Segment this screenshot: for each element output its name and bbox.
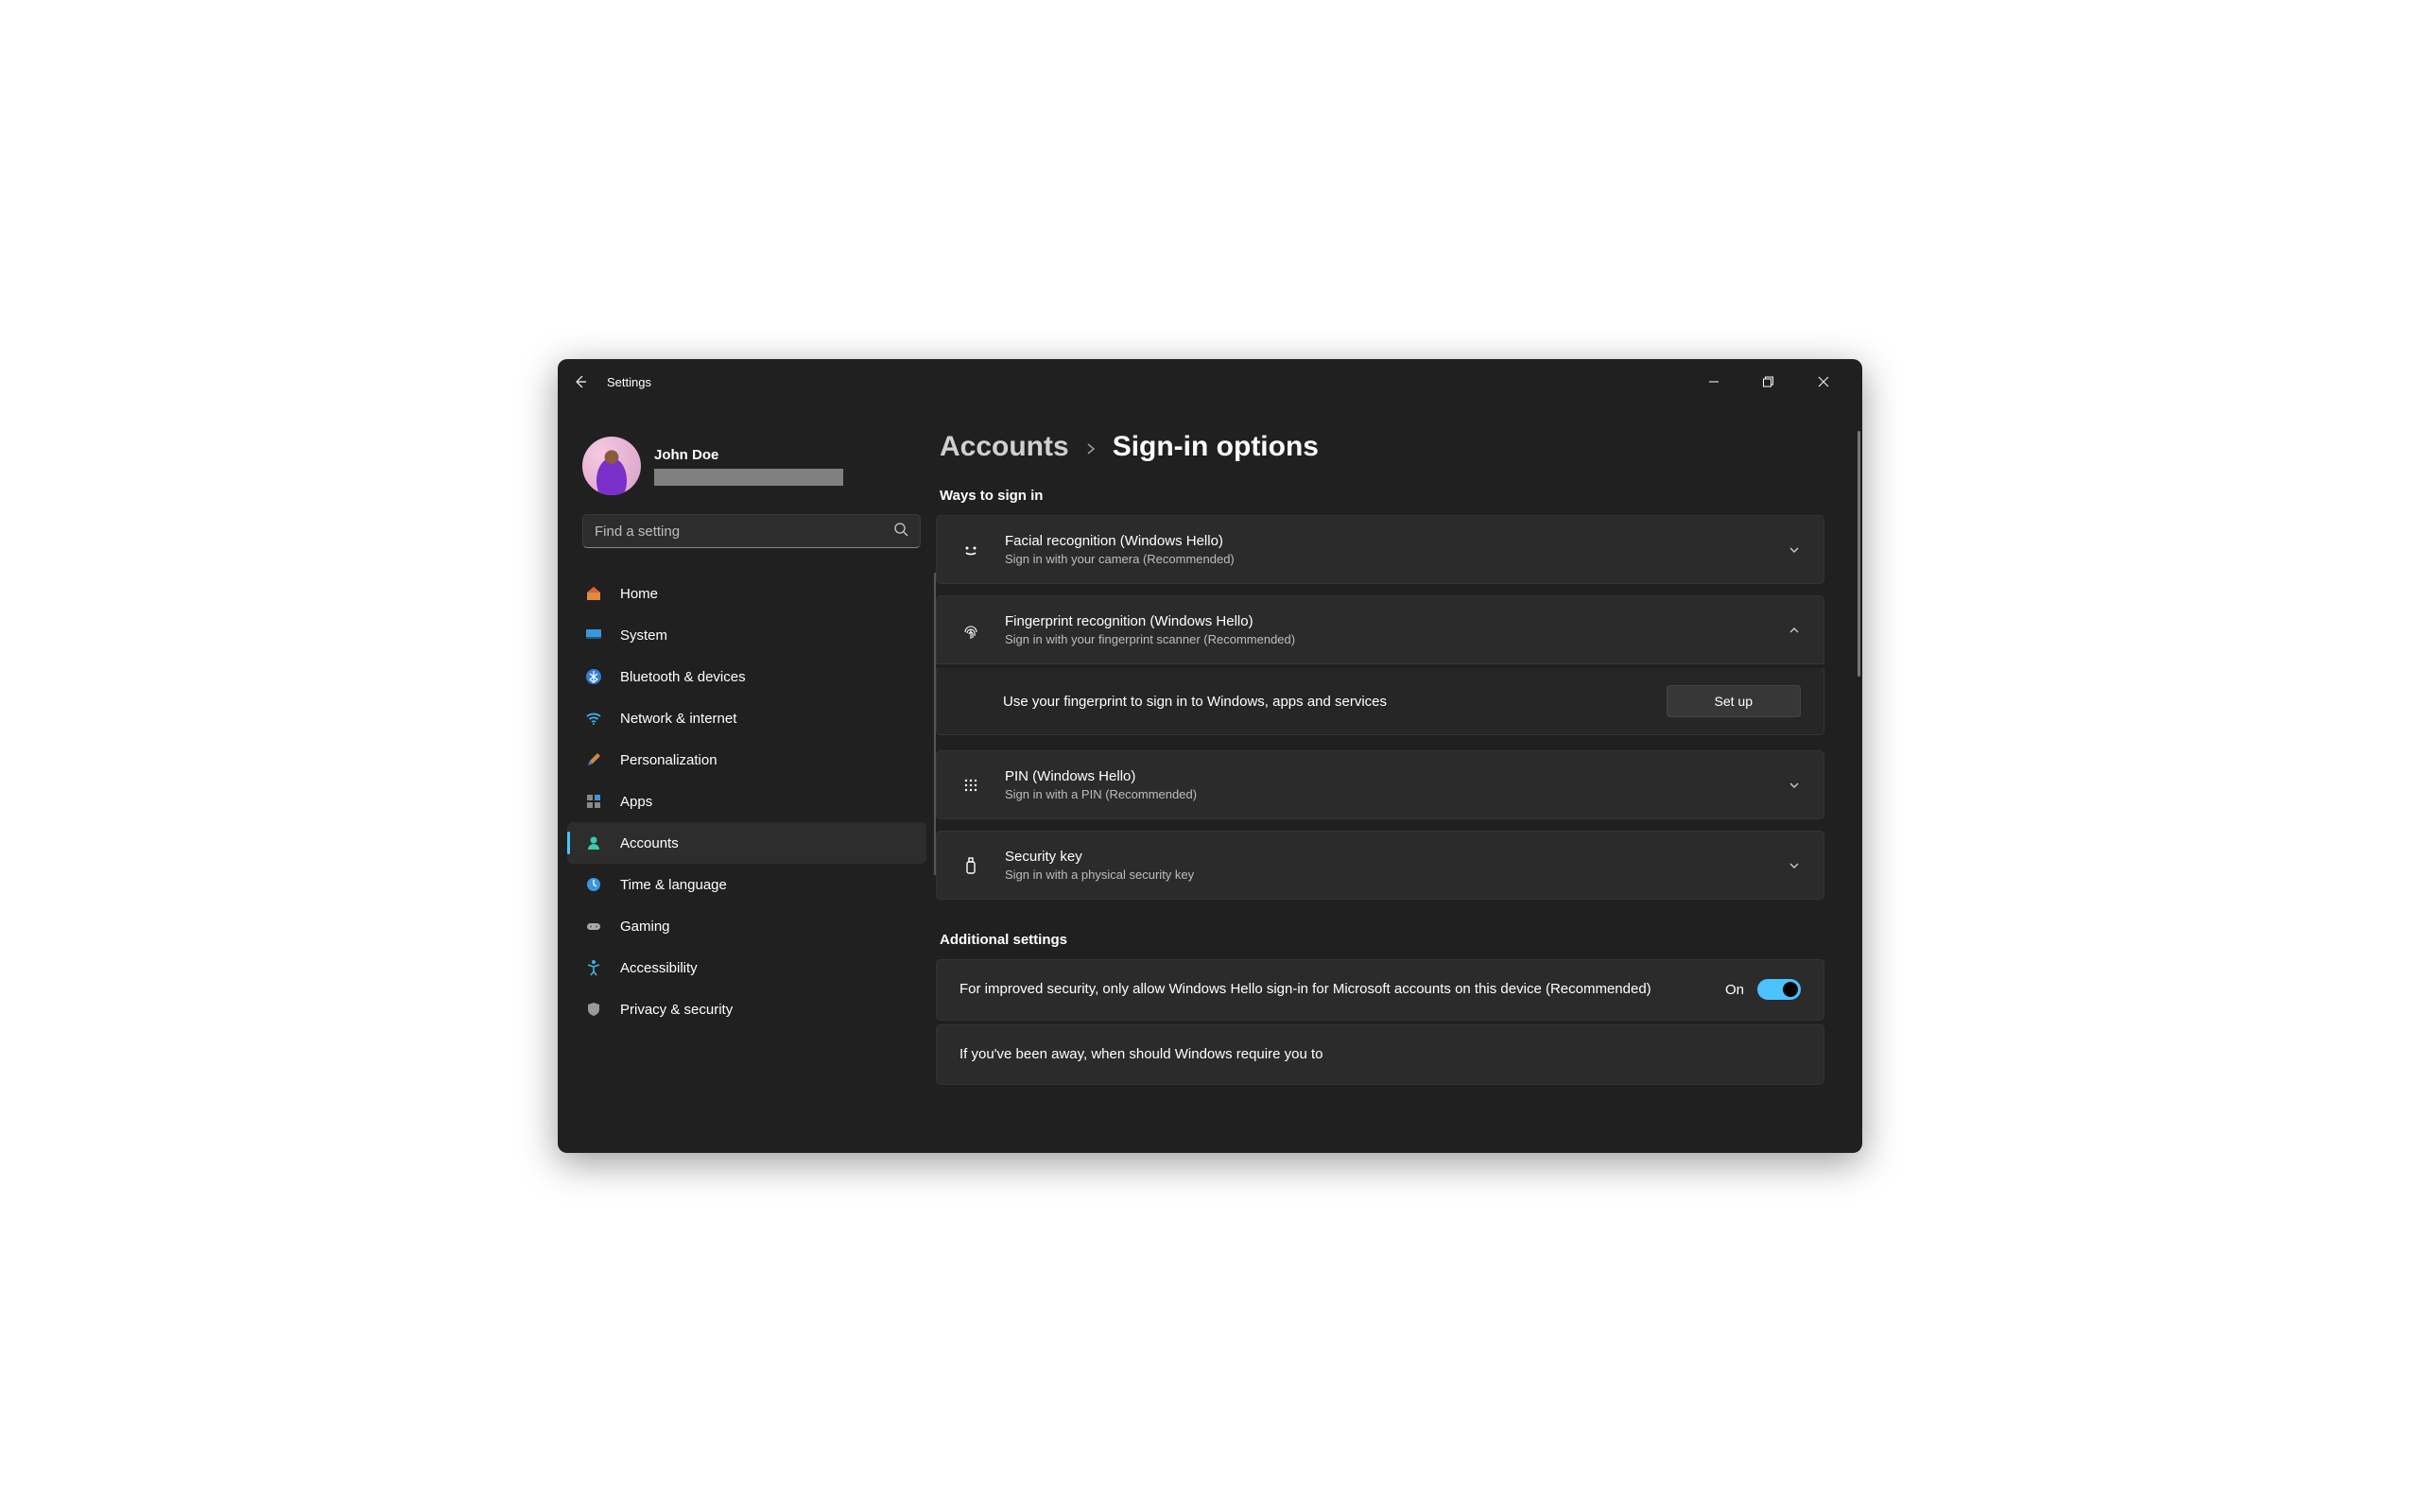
clock-globe-icon [584, 875, 603, 894]
shield-icon [584, 1000, 603, 1019]
back-button[interactable] [573, 374, 588, 389]
profile-name: John Doe [654, 447, 843, 463]
sidebar-item-home[interactable]: Home [567, 573, 926, 614]
sidebar-item-bluetooth[interactable]: Bluetooth & devices [567, 656, 926, 697]
titlebar: Settings [558, 359, 1862, 404]
signin-option-fingerprint[interactable]: Fingerprint recognition (Windows Hello) … [936, 595, 1824, 664]
main-scrollbar[interactable] [1858, 431, 1860, 677]
signin-option-security-key[interactable]: Security key Sign in with a physical sec… [936, 831, 1824, 900]
sidebar-item-label: Privacy & security [620, 1002, 733, 1018]
sidebar-item-time-language[interactable]: Time & language [567, 864, 926, 905]
close-button[interactable] [1809, 376, 1838, 387]
window-controls [1700, 376, 1847, 387]
option-sub: Sign in with a PIN (Recommended) [1005, 787, 1765, 801]
avatar [582, 437, 641, 495]
face-icon [959, 540, 982, 560]
settings-window: Settings John Doe [558, 359, 1862, 1153]
sidebar-item-apps[interactable]: Apps [567, 781, 926, 822]
option-sub: Sign in with your camera (Recommended) [1005, 552, 1765, 566]
signin-option-facial[interactable]: Facial recognition (Windows Hello) Sign … [936, 515, 1824, 584]
option-sub: Sign in with your fingerprint scanner (R… [1005, 632, 1765, 646]
sidebar-item-accessibility[interactable]: Accessibility [567, 947, 926, 988]
window-body: John Doe Home System [558, 404, 1862, 1153]
toggle-switch[interactable] [1757, 979, 1801, 1000]
sidebar-item-label: Accounts [620, 835, 679, 851]
home-icon [584, 584, 603, 603]
maximize-button[interactable] [1754, 376, 1783, 387]
sidebar-item-personalization[interactable]: Personalization [567, 739, 926, 781]
chevron-right-icon [1084, 431, 1098, 463]
chevron-down-icon [1788, 543, 1801, 557]
sidebar-item-label: Personalization [620, 752, 717, 768]
search-icon [893, 522, 908, 541]
breadcrumb-current: Sign-in options [1113, 431, 1319, 463]
setting-require-signin: If you've been away, when should Windows… [936, 1024, 1824, 1086]
paintbrush-icon [584, 750, 603, 769]
setting-hello-only: For improved security, only allow Window… [936, 959, 1824, 1021]
chevron-down-icon [1788, 859, 1801, 872]
chevron-down-icon [1788, 779, 1801, 792]
breadcrumb-parent[interactable]: Accounts [940, 431, 1069, 463]
sidebar-item-label: Accessibility [620, 960, 698, 976]
signin-methods-list: Facial recognition (Windows Hello) Sign … [936, 515, 1824, 900]
option-title: Fingerprint recognition (Windows Hello) [1005, 613, 1765, 629]
main-content: Accounts Sign-in options Ways to sign in… [936, 404, 1862, 1153]
fingerprint-icon [959, 620, 982, 641]
bluetooth-icon [584, 667, 603, 686]
usb-key-icon [959, 855, 982, 876]
sidebar-item-system[interactable]: System [567, 614, 926, 656]
setting-desc: If you've been away, when should Windows… [959, 1044, 1801, 1066]
option-title: PIN (Windows Hello) [1005, 768, 1765, 784]
gamepad-icon [584, 917, 603, 936]
sidebar-item-privacy[interactable]: Privacy & security [567, 988, 926, 1030]
section-title-ways: Ways to sign in [940, 488, 1824, 504]
window-title: Settings [607, 375, 651, 389]
sidebar-item-label: Gaming [620, 919, 670, 935]
system-icon [584, 626, 603, 644]
sidebar-item-label: Time & language [620, 877, 727, 893]
additional-settings: Additional settings For improved securit… [936, 932, 1824, 1085]
breadcrumb: Accounts Sign-in options [936, 431, 1824, 463]
option-title: Security key [1005, 849, 1765, 865]
sidebar-item-label: Bluetooth & devices [620, 669, 746, 685]
search-box[interactable] [582, 514, 921, 548]
minimize-button[interactable] [1700, 376, 1728, 387]
profile-email-redacted [654, 469, 843, 486]
fingerprint-expansion: Use your fingerprint to sign in to Windo… [936, 668, 1824, 735]
section-title-additional: Additional settings [940, 932, 1824, 948]
signin-option-pin[interactable]: PIN (Windows Hello) Sign in with a PIN (… [936, 750, 1824, 819]
accessibility-icon [584, 958, 603, 977]
sidebar-item-label: System [620, 627, 667, 644]
setting-desc: For improved security, only allow Window… [959, 979, 1703, 1001]
sidebar-item-label: Network & internet [620, 711, 736, 727]
sidebar-item-accounts[interactable]: Accounts [567, 822, 926, 864]
search-input[interactable] [595, 524, 884, 540]
sidebar-item-network[interactable]: Network & internet [567, 697, 926, 739]
option-title: Facial recognition (Windows Hello) [1005, 533, 1765, 549]
sidebar-item-gaming[interactable]: Gaming [567, 905, 926, 947]
expansion-desc: Use your fingerprint to sign in to Windo… [1003, 694, 1644, 710]
setup-button[interactable]: Set up [1667, 685, 1801, 717]
sidebar-item-label: Apps [620, 794, 652, 810]
chevron-up-icon [1788, 624, 1801, 637]
option-sub: Sign in with a physical security key [1005, 868, 1765, 882]
wifi-icon [584, 709, 603, 728]
sidebar: John Doe Home System [558, 404, 936, 1153]
sidebar-nav: Home System Bluetooth & devices Network … [567, 573, 936, 1030]
pin-keypad-icon [959, 775, 982, 796]
sidebar-item-label: Home [620, 586, 658, 602]
toggle-label: On [1725, 982, 1744, 998]
profile-block[interactable]: John Doe [567, 414, 936, 514]
person-icon [584, 833, 603, 852]
apps-icon [584, 792, 603, 811]
